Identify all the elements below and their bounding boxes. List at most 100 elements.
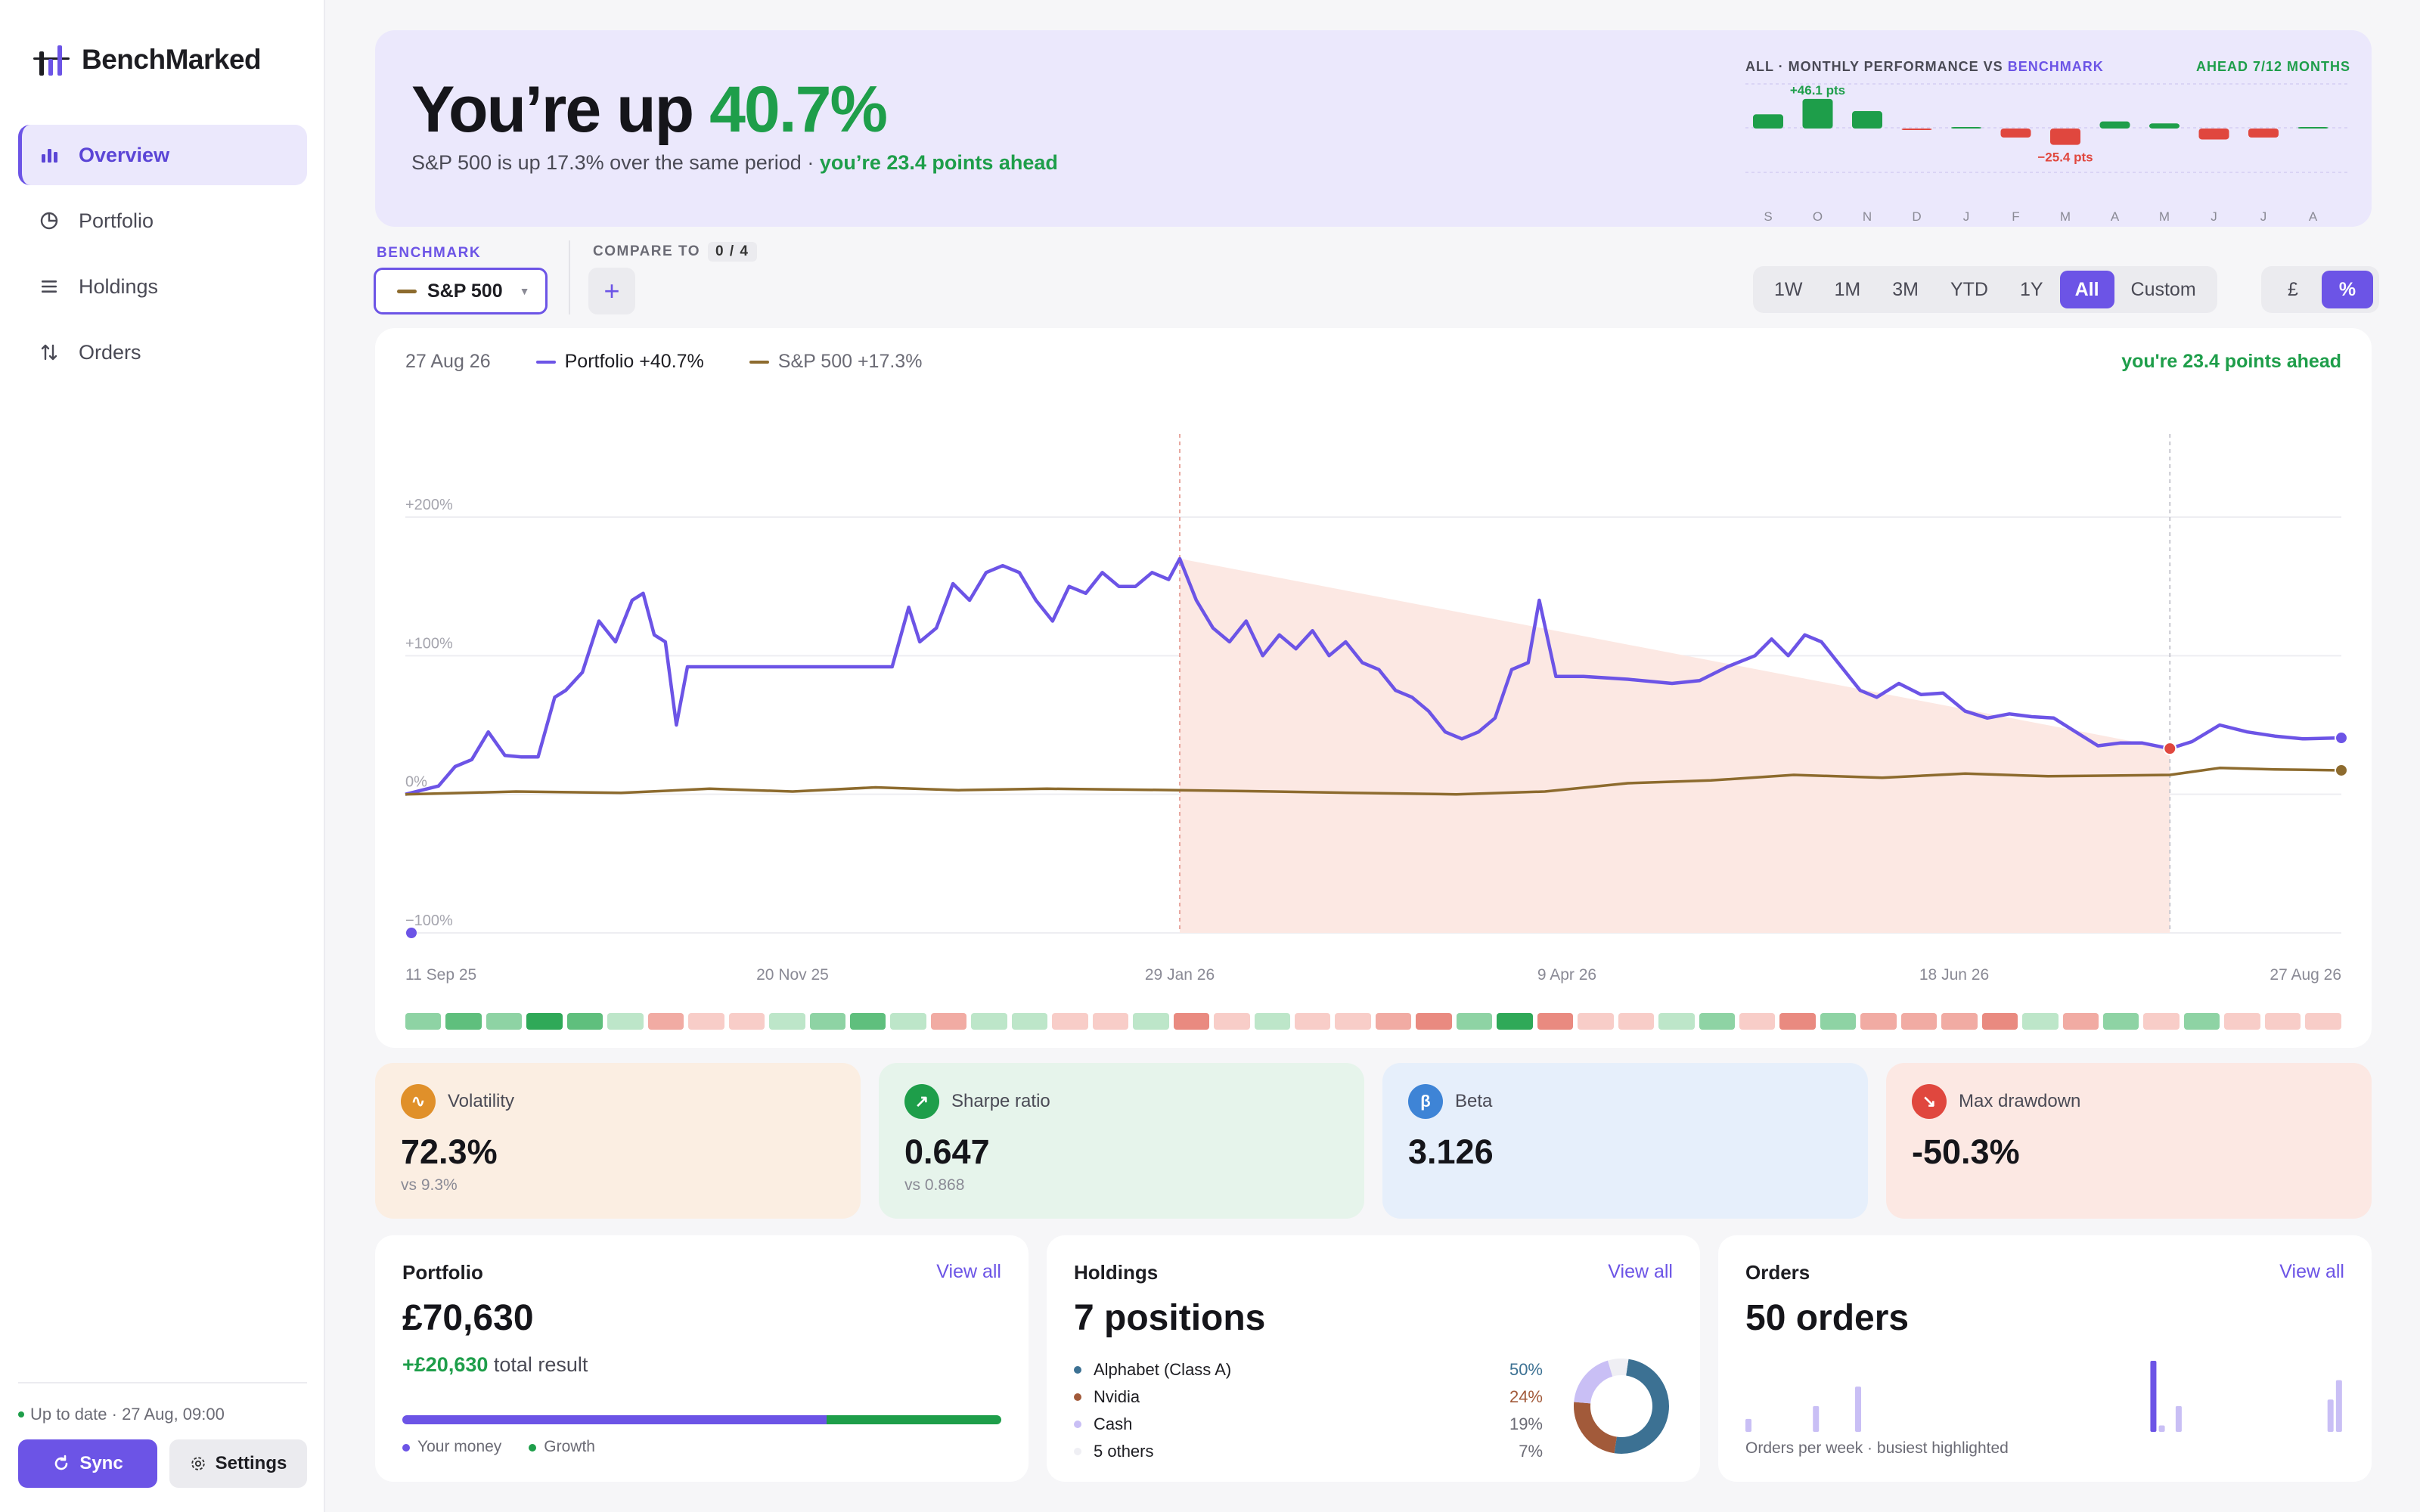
range-1y-button[interactable]: 1Y: [2005, 271, 2059, 308]
week-bar: [1813, 1405, 1820, 1432]
list-icon: [38, 275, 60, 298]
compare-label: COMPARE TO 0 / 4: [593, 242, 757, 262]
unit-currency-button[interactable]: £: [2267, 271, 2319, 308]
plus-icon: +: [603, 275, 620, 306]
heat-cell: [2103, 1013, 2139, 1030]
y-tick-label: +100%: [405, 635, 453, 652]
legend-growth-label: Growth: [544, 1438, 595, 1455]
holding-color-dot: [1074, 1366, 1081, 1374]
month-label: J: [1963, 209, 1970, 224]
stat-value: 72.3%: [401, 1132, 498, 1171]
gear-icon: [191, 1457, 205, 1470]
hero-title: You’re up 40.7%: [411, 73, 888, 147]
money-segment: [402, 1415, 827, 1424]
range-3m-button[interactable]: 3M: [1877, 271, 1934, 308]
orders-card: Orders View all 50 orders Orders per wee…: [1718, 1235, 2372, 1482]
nav-item-orders[interactable]: Orders: [18, 322, 307, 383]
holding-name: Nvidia: [1094, 1387, 1140, 1406]
heat-cell: [607, 1013, 644, 1030]
performance-line-chart[interactable]: +200%+100%0%−100%11 Sep 25 20 Nov 25 29 Ja…: [375, 328, 2372, 1009]
x-tick-label: 29 Jan 26: [1145, 966, 1215, 984]
x-tick-label: 18 Jun 26: [1919, 966, 1989, 984]
heat-cell: [2224, 1013, 2260, 1030]
monthly-bar: [2000, 129, 2031, 138]
main-nav: Overview Portfolio Holdings Orders: [18, 125, 307, 388]
money-growth-bar: [402, 1415, 1001, 1424]
stat-label: Max drawdown: [1959, 1091, 2081, 1111]
holdings-list: Alphabet (Class A) 50% Nvidia 24% Cash 19% 5 o…: [1074, 1356, 1543, 1465]
status-dot-icon: [18, 1411, 24, 1418]
range-1w-button[interactable]: 1W: [1759, 271, 1818, 308]
sync-button[interactable]: Sync: [18, 1439, 157, 1488]
benchmark-swatch: [397, 289, 417, 293]
monthly-bar: [1802, 98, 1833, 129]
hero-subtitle: S&P 500 is up 17.3% over the same period…: [411, 151, 1058, 175]
holdings-count: 7 positions: [1074, 1298, 1266, 1338]
stat-card-beta: β Beta 3.126: [1382, 1063, 1868, 1219]
compare-count-badge: 0 / 4: [708, 242, 757, 262]
donut-slice: [1614, 1359, 1669, 1454]
settings-button[interactable]: Settings: [169, 1439, 307, 1488]
week-bar: [1855, 1387, 1862, 1432]
benchmark-label: BENCHMARK: [377, 245, 482, 261]
heat-cell: [1658, 1013, 1695, 1030]
busiest-week-bar: [2150, 1361, 2157, 1432]
holding-row[interactable]: Nvidia 24%: [1074, 1383, 1543, 1411]
nav-item-holdings[interactable]: Holdings: [18, 256, 307, 317]
brand-logo[interactable]: BenchMarked: [32, 42, 262, 77]
nav-item-label: Portfolio: [79, 209, 154, 232]
heat-cell: [688, 1013, 724, 1030]
holding-row[interactable]: 5 others 7%: [1074, 1438, 1543, 1465]
heat-cell: [1294, 1013, 1331, 1030]
benchmark-select[interactable]: S&P 500 ▼: [374, 268, 548, 314]
add-comparison-button[interactable]: +: [588, 268, 635, 314]
holding-row[interactable]: Alphabet (Class A) 50%: [1074, 1356, 1543, 1383]
nav-item-overview[interactable]: Overview: [18, 125, 307, 185]
range-custom-button[interactable]: Custom: [2116, 271, 2211, 308]
nav-item-portfolio[interactable]: Portfolio: [18, 191, 307, 251]
legend-your-money-label: Your money: [417, 1438, 502, 1455]
heat-cell: [1497, 1013, 1533, 1030]
range-all-button[interactable]: All: [2059, 271, 2114, 308]
pie-chart-icon: [38, 209, 60, 232]
heat-cell: [2022, 1013, 2059, 1030]
portfolio-gain-suffix: total result: [488, 1353, 588, 1376]
heat-cell: [1052, 1013, 1088, 1030]
trend-up-icon: ↗: [904, 1084, 939, 1119]
best-month-label: +46.1 pts: [1790, 83, 1845, 98]
unit-percent-button[interactable]: %: [2322, 271, 2373, 308]
heat-cell: [405, 1013, 442, 1030]
range-ytd-button[interactable]: YTD: [1935, 271, 2003, 308]
swap-arrows-icon: [38, 341, 60, 364]
sync-button-label: Sync: [79, 1453, 123, 1473]
heat-cell: [849, 1013, 886, 1030]
month-label: J: [2211, 209, 2217, 224]
stat-label: Beta: [1455, 1091, 1493, 1111]
range-1m-button[interactable]: 1M: [1820, 271, 1876, 308]
holding-color-dot: [1074, 1393, 1081, 1401]
holdings-view-all-link[interactable]: View all: [1608, 1261, 1673, 1283]
benchmarked-logo-icon: [33, 45, 70, 76]
holding-row[interactable]: Cash 19%: [1074, 1411, 1543, 1438]
month-label: A: [2309, 209, 2318, 224]
holdings-donut-chart: [1574, 1359, 1669, 1454]
x-tick-label: 27 Aug 26: [2270, 966, 2341, 984]
sync-status-text: Up to date · 27 Aug, 09:00: [30, 1405, 225, 1424]
hero-subtitle-text: S&P 500 is up 17.3% over the same period…: [411, 151, 820, 174]
hero-title-prefix: You’re up: [411, 73, 710, 146]
orders-view-all-link[interactable]: View all: [2279, 1261, 2344, 1283]
performance-chart-card: 27 Aug 26 Portfolio +40.7% S&P 500 +17.3…: [375, 328, 2372, 1048]
heat-cell: [2062, 1013, 2099, 1030]
stat-card-volatility: ∿ Volatility 72.3% vs 9.3%: [375, 1063, 861, 1219]
week-bar: [2335, 1380, 2342, 1432]
nav-item-label: Holdings: [79, 274, 159, 298]
month-label: A: [2111, 209, 2120, 224]
unit-toggle: £%: [2261, 266, 2379, 313]
portfolio-view-all-link[interactable]: View all: [936, 1261, 1001, 1283]
monthly-bar: [1852, 111, 1882, 129]
series-end-point: [2335, 763, 2348, 777]
stat-card-sharpe-ratio: ↗ Sharpe ratio 0.647 vs 0.868: [879, 1063, 1364, 1219]
sync-status: Up to date · 27 Aug, 09:00: [18, 1405, 307, 1424]
heat-cell: [1416, 1013, 1452, 1030]
week-bar: [2327, 1399, 2334, 1432]
